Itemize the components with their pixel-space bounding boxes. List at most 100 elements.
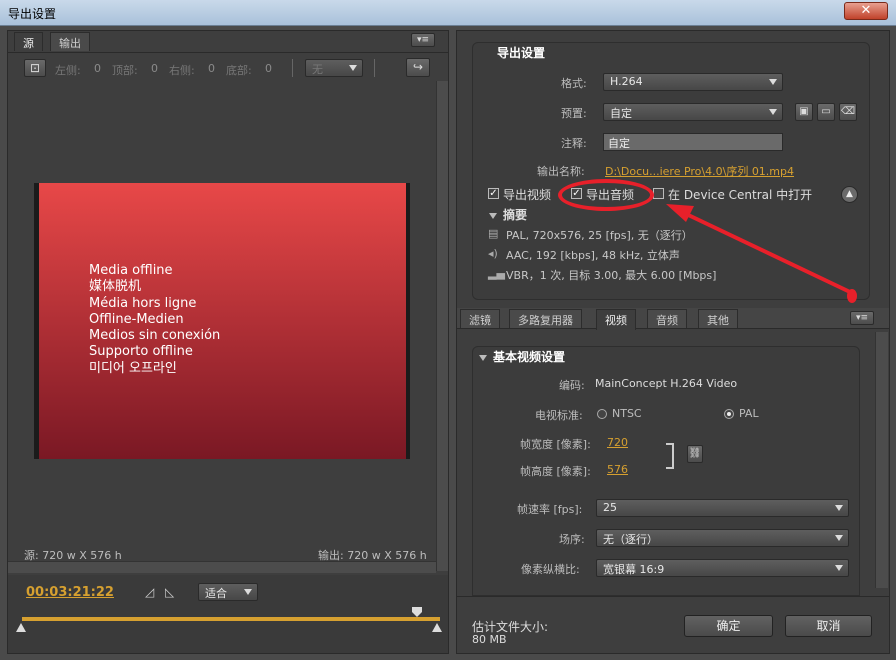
field-order-label: 场序: — [559, 533, 585, 546]
export-video-label[interactable]: 导出视频 — [503, 186, 551, 203]
crop-right-label: 右侧: — [169, 64, 195, 77]
comment-input[interactable]: 自定 — [603, 133, 783, 151]
speaker-icon: ◂) — [488, 247, 498, 260]
codec-value: MainConcept H.264 Video — [595, 377, 738, 390]
format-dropdown[interactable]: H.264 — [603, 73, 783, 91]
disclosure-icon — [479, 354, 487, 361]
offline-line: Media offline — [89, 263, 173, 278]
export-video-checkbox[interactable]: ✓ — [488, 188, 499, 199]
delete-preset-icon[interactable]: ⌫ — [839, 103, 857, 121]
offline-line: Offline-Medien — [89, 311, 184, 327]
frame-width-value[interactable]: 720 — [607, 436, 628, 449]
set-in-point-icon[interactable]: ◿ — [145, 585, 154, 599]
preset-label: 预置: — [561, 107, 587, 120]
window-title: 导出设置 — [8, 7, 57, 21]
comment-label: 注释: — [561, 137, 587, 150]
offline-line: 媒体脱机 — [89, 279, 142, 295]
set-out-point-icon[interactable]: ◺ — [165, 585, 174, 599]
cancel-button[interactable]: 取消 — [785, 615, 872, 637]
offline-line: 미디어 오프라인 — [89, 360, 177, 376]
frame-rate-label: 帧速率 [fps]: — [517, 503, 583, 516]
ntsc-label[interactable]: NTSC — [612, 407, 642, 420]
crop-top-label: 顶部: — [112, 64, 138, 77]
film-icon: ▤ — [488, 227, 499, 240]
import-preset-icon[interactable]: ▭ — [817, 103, 835, 121]
tab-multiplexer[interactable]: 多路复用器 — [509, 309, 582, 328]
codec-label: 编码: — [559, 379, 585, 392]
ok-button[interactable]: 确定 — [684, 615, 773, 637]
link-bracket — [666, 443, 674, 469]
ntsc-radio[interactable] — [597, 409, 607, 419]
output-name-label: 输出名称: — [537, 165, 585, 178]
frame-rate-dropdown[interactable]: 25 — [596, 499, 849, 517]
horizontal-scrollbar[interactable] — [8, 561, 436, 573]
export-settings-header: 导出设置 — [497, 46, 546, 60]
preset-value: 自定 — [610, 107, 632, 120]
format-label: 格式: — [561, 77, 587, 90]
timecode[interactable]: 00:03:21:22 — [26, 585, 114, 600]
tab-source[interactable]: 源 — [14, 32, 43, 51]
tv-standard-label: 电视标准: — [535, 409, 583, 422]
format-value: H.264 — [610, 75, 643, 88]
offline-text: Media offline 媒体脱机 Média hors ligne Offl… — [89, 263, 220, 377]
divider — [457, 596, 889, 597]
crop-top-value[interactable]: 0 — [151, 62, 158, 75]
video-settings-header[interactable]: 基本视频设置 — [479, 347, 565, 367]
panel-menu-icon[interactable]: ▾≡ — [411, 33, 435, 47]
output-name-link[interactable]: D:\Docu...iere Pro\4.0\序列 01.mp4 — [605, 163, 794, 179]
chain-link-icon[interactable]: ⛓ — [687, 445, 703, 463]
tab-output[interactable]: 输出 — [50, 32, 90, 51]
video-settings-title: 基本视频设置 — [493, 350, 566, 364]
close-button[interactable]: ✕ — [844, 2, 888, 20]
crop-ratio-dropdown[interactable]: 无 — [305, 59, 363, 77]
divider — [374, 59, 375, 77]
summary-toggle[interactable]: 摘要 — [489, 206, 527, 223]
frame-height-value[interactable]: 576 — [607, 463, 628, 476]
tab-video[interactable]: 视频 — [596, 309, 636, 330]
tab-other[interactable]: 其他 — [698, 309, 738, 328]
settings-menu-icon[interactable]: ▾≡ — [850, 311, 874, 325]
swap-arrow-icon[interactable]: ↪ — [406, 58, 430, 77]
crop-icon[interactable]: ⊡ — [24, 59, 46, 77]
crop-left-label: 左侧: — [55, 64, 81, 77]
annotation-circle — [558, 179, 654, 211]
title-bar — [0, 0, 896, 26]
summary-audio: AAC, 192 [kbps], 48 kHz, 立体声 — [506, 249, 680, 262]
pixel-aspect-value: 宽银幕 16:9 — [603, 563, 665, 576]
file-size-value: 80 MB — [472, 633, 507, 646]
pixel-aspect-dropdown[interactable]: 宽银幕 16:9 — [596, 559, 849, 577]
pal-radio[interactable] — [724, 409, 734, 419]
settings-scrollbar[interactable] — [875, 332, 888, 588]
out-point-icon[interactable] — [432, 623, 442, 632]
frame-height-label: 帧高度 [像素]: — [520, 465, 591, 478]
preview-frame: Media offline 媒体脱机 Média hors ligne Offl… — [34, 183, 410, 459]
zoom-fit-value: 适合 — [205, 587, 227, 600]
crop-ratio-value: 无 — [312, 63, 323, 76]
tab-filters[interactable]: 滤镜 — [460, 309, 500, 328]
offline-image: Media offline 媒体脱机 Média hors ligne Offl… — [39, 183, 406, 459]
save-preset-icon[interactable]: ▣ — [795, 103, 813, 121]
bitrate-icon: ▂▄ — [488, 267, 505, 280]
frame-width-label: 帧宽度 [像素]: — [520, 438, 591, 451]
pixel-aspect-label: 像素纵横比: — [521, 563, 580, 576]
crop-left-value[interactable]: 0 — [94, 62, 101, 75]
preset-dropdown[interactable]: 自定 — [603, 103, 783, 121]
work-area-bar[interactable] — [22, 617, 440, 621]
annotation-arrow — [666, 204, 857, 303]
field-order-value: 无（逐行） — [603, 533, 658, 546]
vertical-scrollbar[interactable] — [436, 81, 448, 571]
summary-label: 摘要 — [503, 208, 528, 222]
divider — [8, 52, 448, 53]
divider — [292, 59, 293, 77]
device-central-checkbox[interactable] — [653, 188, 664, 199]
field-order-dropdown[interactable]: 无（逐行） — [596, 529, 849, 547]
tab-audio[interactable]: 音频 — [647, 309, 687, 328]
pal-label[interactable]: PAL — [739, 407, 759, 420]
frame-rate-value: 25 — [603, 501, 617, 514]
source-panel: 源 输出 ▾≡ ⊡ 左侧: 0 顶部: 0 右侧: 0 底部: 0 无 ↪ Me… — [7, 30, 449, 654]
crop-right-value[interactable]: 0 — [208, 62, 215, 75]
in-point-icon[interactable] — [16, 623, 26, 632]
disclosure-icon — [489, 212, 497, 219]
crop-bottom-value[interactable]: 0 — [265, 62, 272, 75]
zoom-fit-dropdown[interactable]: 适合 — [198, 583, 258, 601]
